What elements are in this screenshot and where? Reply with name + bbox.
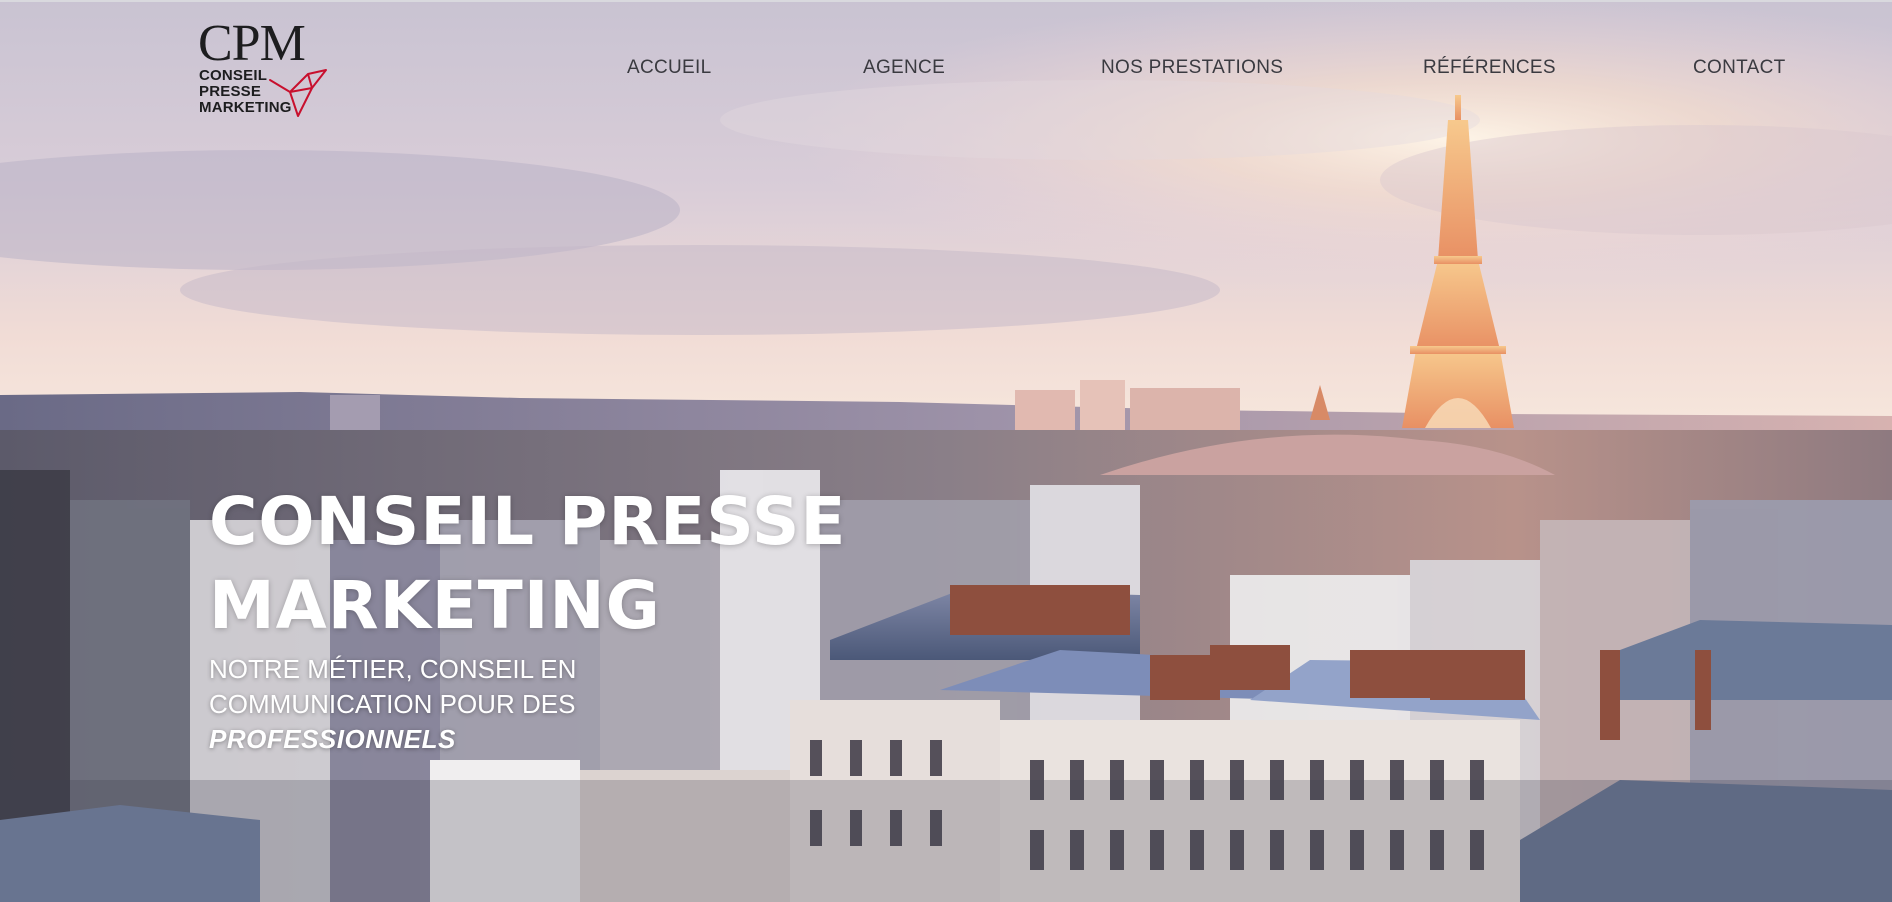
hero-title-line-1: CONSEIL PRESSE <box>209 483 847 560</box>
nav-item-agence[interactable]: AGENCE <box>863 57 945 79</box>
top-border <box>0 0 1892 2</box>
hero-subtitle-line-2: COMMUNICATION POUR DES <box>209 689 576 719</box>
main-nav: ACCUEIL AGENCE NOS PRESTATIONS RÉFÉRENCE… <box>0 57 1892 87</box>
nav-item-accueil[interactable]: ACCUEIL <box>627 57 711 79</box>
hero-background <box>0 0 1892 902</box>
hero-subtitle: NOTRE MÉTIER, CONSEIL EN COMMUNICATION P… <box>209 652 846 757</box>
hero-title-line-2: MARKETING <box>209 567 661 644</box>
hero-subtitle-emphasis: PROFESSIONNELS <box>209 724 456 754</box>
hero-subtitle-line-1: NOTRE MÉTIER, CONSEIL EN <box>209 654 577 684</box>
nav-item-references[interactable]: RÉFÉRENCES <box>1423 57 1556 79</box>
nav-item-nos-prestations[interactable]: NOS PRESTATIONS <box>1101 57 1283 79</box>
hero-content: CONSEIL PRESSE MARKETING NOTRE MÉTIER, C… <box>209 480 846 757</box>
hero-title: CONSEIL PRESSE MARKETING <box>209 480 846 648</box>
nav-item-contact[interactable]: CONTACT <box>1693 57 1786 79</box>
